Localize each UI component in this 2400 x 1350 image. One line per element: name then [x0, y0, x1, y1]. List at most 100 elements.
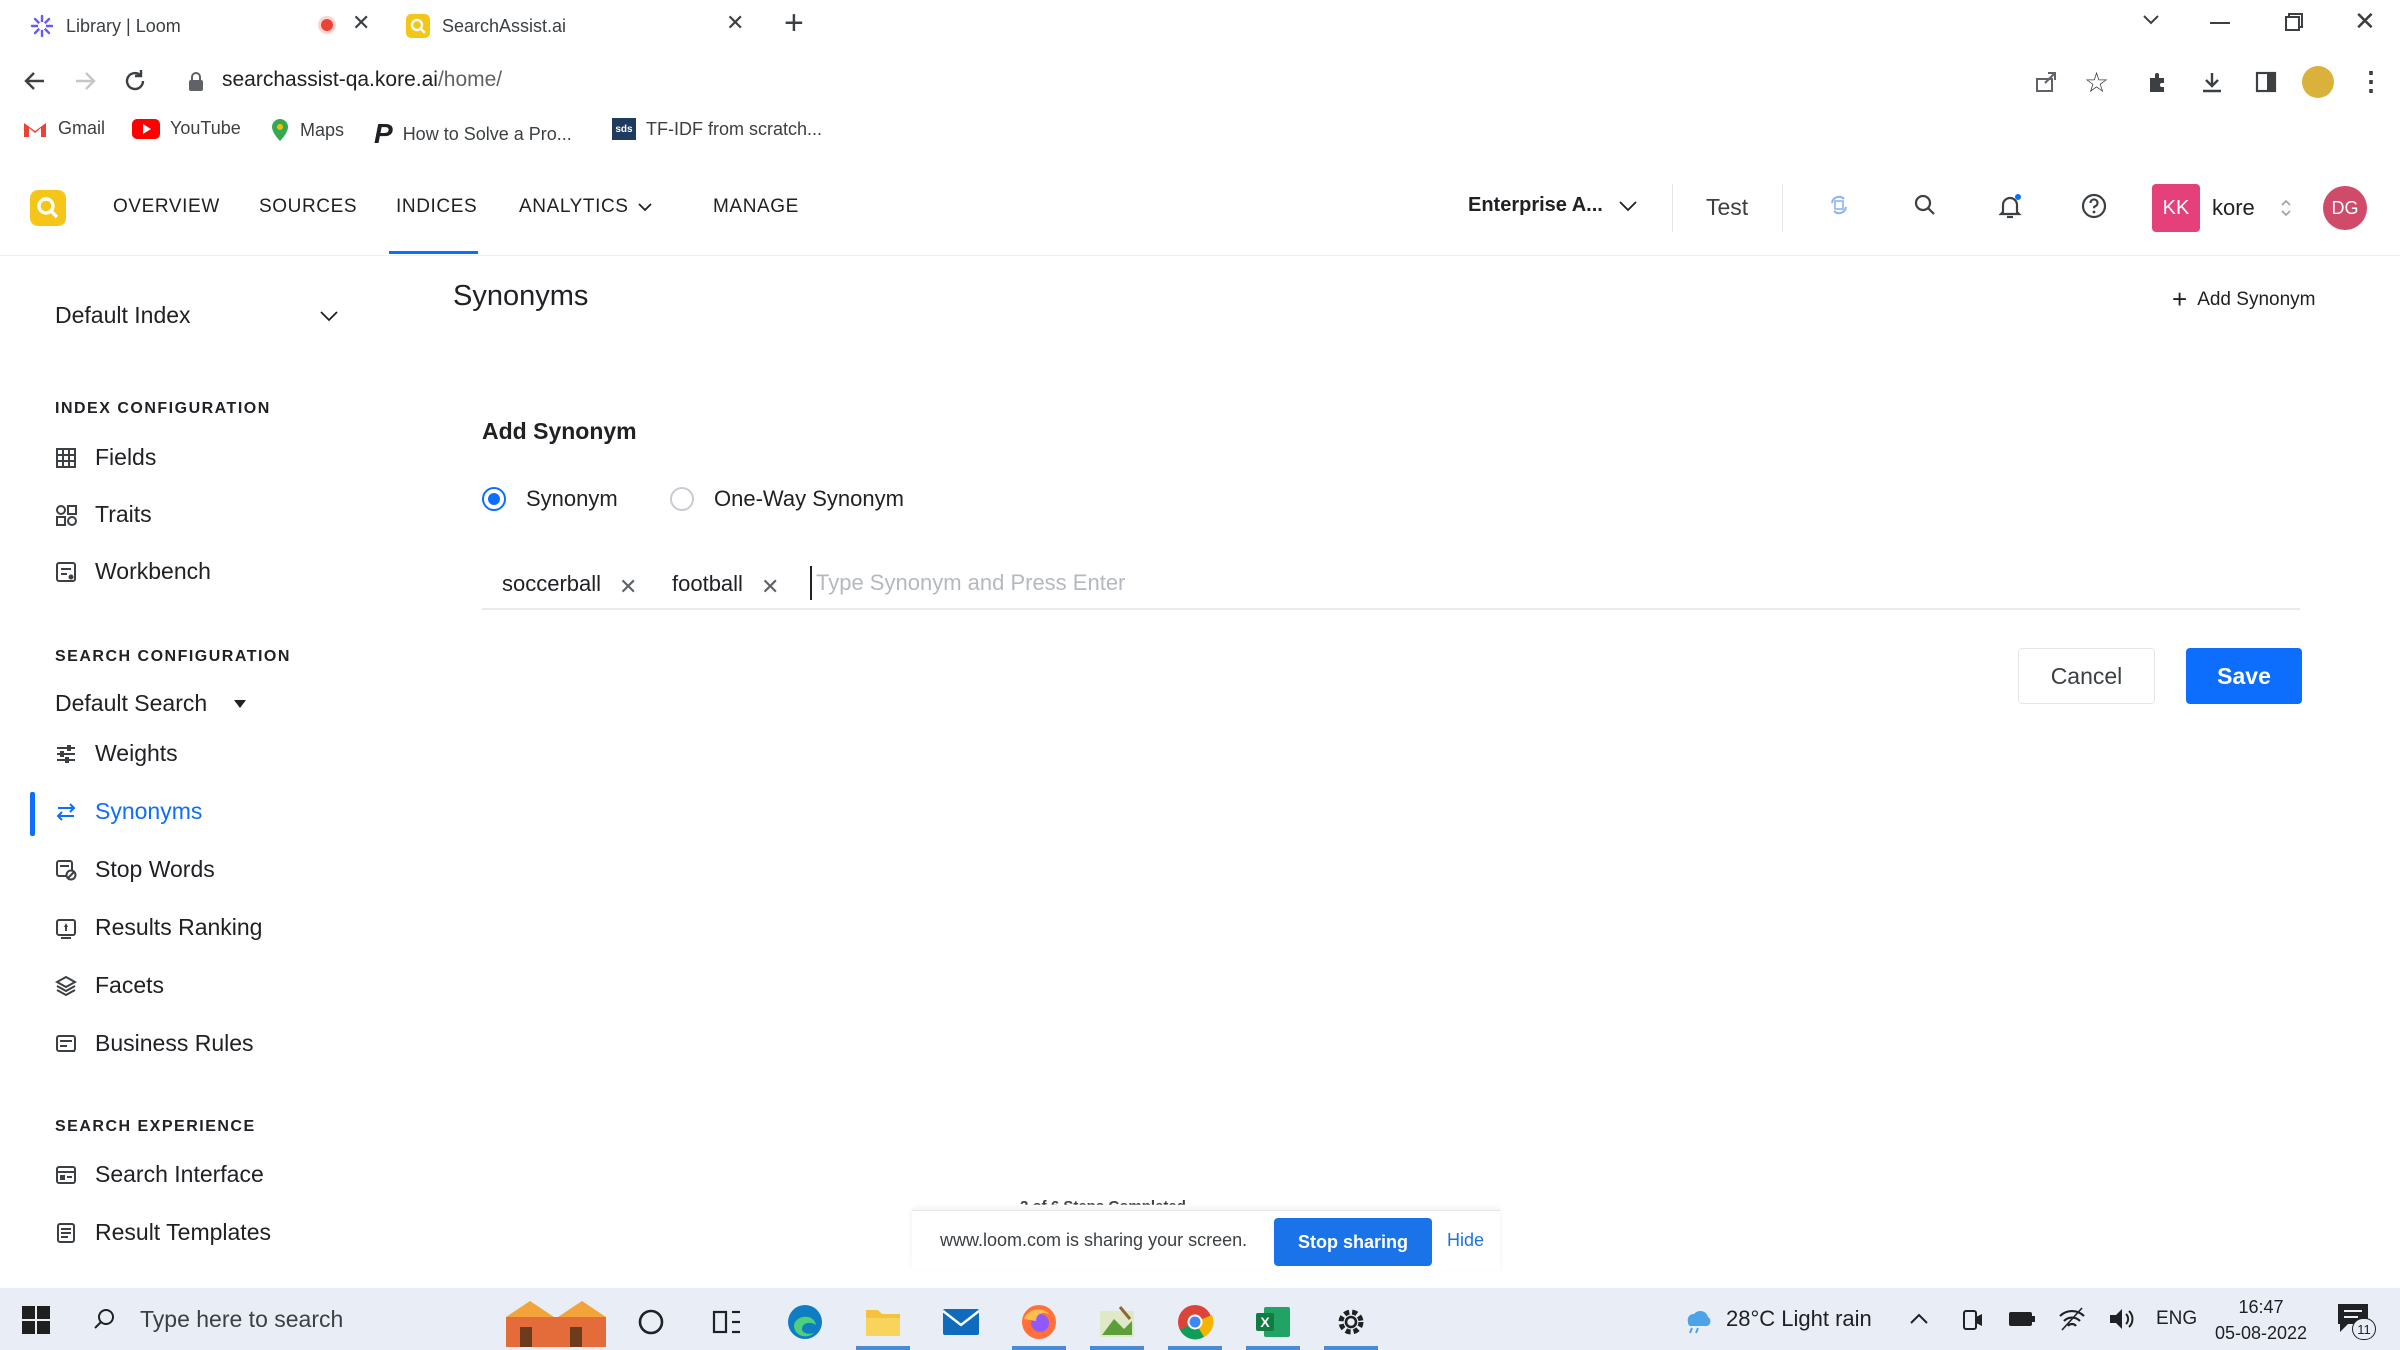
firefox-icon[interactable] [1008, 1294, 1070, 1350]
extensions-icon[interactable] [2146, 70, 2170, 94]
user-avatar[interactable]: DG [2323, 186, 2367, 230]
nav-manage[interactable]: MANAGE [713, 196, 799, 218]
hide-share-bar-link[interactable]: Hide [1447, 1230, 1484, 1251]
side-panel-icon[interactable] [2254, 70, 2278, 94]
nav-sources[interactable]: SOURCES [259, 196, 357, 218]
more-menu-icon[interactable]: ⋮ [2358, 66, 2384, 97]
help-icon[interactable] [2080, 192, 2108, 220]
bookmark-star-icon[interactable]: ☆ [2084, 66, 2109, 99]
sidebar-item-fields[interactable]: Fields [55, 444, 156, 471]
radio-synonym[interactable]: Synonym [482, 486, 618, 512]
reload-icon[interactable] [122, 68, 148, 94]
nav-analytics[interactable]: ANALYTICS [519, 196, 653, 218]
remove-chip-icon[interactable]: ✕ [761, 574, 779, 600]
sidebar-item-business-rules[interactable]: Business Rules [55, 1030, 254, 1057]
tab-search-icon[interactable] [2140, 8, 2162, 30]
notification-bell-icon[interactable] [1996, 192, 2024, 220]
section-search-configuration: SEARCH CONFIGURATION [55, 648, 291, 665]
bookmark-how-to-solve[interactable]: P How to Solve a Pro... [374, 118, 572, 150]
close-window-icon[interactable]: ✕ [2354, 6, 2376, 37]
minimize-icon[interactable] [2210, 22, 2230, 24]
add-synonym-button[interactable]: + Add Synonym [2172, 284, 2315, 315]
radio-one-way-synonym[interactable]: One-Way Synonym [670, 486, 904, 512]
refresh-icon[interactable] [1826, 192, 1852, 218]
volume-icon[interactable] [2108, 1306, 2136, 1332]
weather-rain-icon[interactable] [1682, 1306, 1712, 1334]
index-selector[interactable]: Default Index [55, 302, 340, 329]
search-icon[interactable] [1912, 192, 1938, 218]
edge-icon[interactable] [774, 1294, 836, 1350]
meet-now-icon[interactable] [1960, 1308, 1984, 1332]
nav-indices[interactable]: INDICES [396, 196, 477, 218]
synonym-chip: football ✕ [672, 571, 780, 600]
image-editor-icon[interactable] [1086, 1294, 1148, 1350]
task-view-icon[interactable] [696, 1294, 758, 1350]
excel-icon[interactable]: X [1242, 1294, 1304, 1350]
plus-icon: + [2172, 284, 2188, 314]
sidebar-item-stop-words[interactable]: Stop Words [55, 856, 215, 883]
recording-indicator-icon [318, 16, 336, 34]
share-icon[interactable] [2034, 70, 2058, 94]
stop-sharing-button[interactable]: Stop sharing [1274, 1218, 1432, 1266]
settings-gear-icon[interactable] [1320, 1294, 1382, 1350]
bookmark-maps[interactable]: Maps [270, 118, 344, 142]
address-bar[interactable]: searchassist-qa.kore.ai/home/ [222, 68, 502, 92]
stop-words-icon [55, 859, 77, 881]
tab-loom[interactable]: Library | Loom [30, 8, 181, 44]
language-indicator[interactable]: ENG [2156, 1308, 2197, 1330]
sidebar-item-traits[interactable]: Traits [55, 501, 152, 528]
sidebar-item-results-ranking[interactable]: Results Ranking [55, 914, 262, 941]
searchassist-logo[interactable] [30, 190, 66, 226]
mail-icon[interactable] [930, 1294, 992, 1350]
interface-icon [55, 1164, 77, 1186]
bookmark-youtube[interactable]: YouTube [132, 118, 241, 139]
remove-chip-icon[interactable]: ✕ [619, 574, 637, 600]
download-icon[interactable] [2200, 70, 2224, 94]
sidebar-item-result-templates[interactable]: Result Templates [55, 1219, 271, 1246]
file-explorer-icon[interactable] [852, 1294, 914, 1350]
notifications-center[interactable]: 11 [2336, 1302, 2376, 1340]
bookmark-gmail[interactable]: Gmail [22, 118, 105, 139]
weather-text[interactable]: 28°C Light rain [1726, 1306, 1872, 1332]
chevron-up-icon[interactable] [1908, 1308, 1930, 1330]
p-logo-icon: P [374, 118, 393, 149]
tab-searchassist[interactable]: SearchAssist.ai [406, 8, 566, 44]
section-index-configuration: INDEX CONFIGURATION [55, 400, 271, 417]
cancel-button[interactable]: Cancel [2018, 648, 2155, 704]
header-divider [1782, 184, 1783, 232]
chrome-icon[interactable] [1164, 1294, 1226, 1350]
clock[interactable]: 16:47 05-08-2022 [2206, 1294, 2316, 1346]
sidebar-item-synonyms[interactable]: Synonyms [55, 798, 202, 825]
header-divider [1672, 184, 1673, 232]
workbench-icon [55, 561, 77, 583]
back-icon[interactable] [22, 68, 48, 94]
windows-start-icon[interactable] [22, 1306, 50, 1334]
account-name: kore [2212, 195, 2255, 220]
account-switcher[interactable]: KK kore [2152, 184, 2293, 232]
new-tab-icon[interactable]: + [784, 4, 804, 43]
forward-icon[interactable] [72, 68, 98, 94]
sidebar-item-search-interface[interactable]: Search Interface [55, 1161, 264, 1188]
search-selector[interactable]: Default Search [55, 690, 247, 717]
sidebar-item-weights[interactable]: Weights [55, 740, 178, 767]
lock-icon[interactable] [188, 72, 204, 92]
synonym-input[interactable] [810, 566, 1710, 600]
workspace-selector[interactable]: Enterprise A... [1468, 194, 1639, 217]
sidebar-item-facets[interactable]: Facets [55, 972, 164, 999]
profile-avatar-icon[interactable] [2302, 66, 2334, 98]
bookmark-tfidf[interactable]: sds TF-IDF from scratch... [612, 118, 822, 140]
test-button[interactable]: Test [1706, 194, 1748, 221]
rules-icon [55, 1033, 77, 1055]
save-button[interactable]: Save [2186, 648, 2302, 704]
app-header [0, 160, 2400, 256]
wifi-icon[interactable] [2058, 1306, 2086, 1332]
cortana-icon[interactable] [620, 1294, 682, 1350]
close-tab-icon[interactable]: ✕ [726, 10, 744, 36]
news-widget-icon[interactable] [497, 1294, 615, 1350]
nav-overview[interactable]: OVERVIEW [113, 196, 220, 218]
restore-icon[interactable] [2284, 12, 2304, 32]
battery-icon[interactable] [2008, 1310, 2036, 1328]
sidebar-item-workbench[interactable]: Workbench [55, 558, 211, 585]
taskbar-search-box[interactable]: Type here to search [88, 1288, 488, 1350]
close-tab-icon[interactable]: ✕ [352, 10, 370, 36]
